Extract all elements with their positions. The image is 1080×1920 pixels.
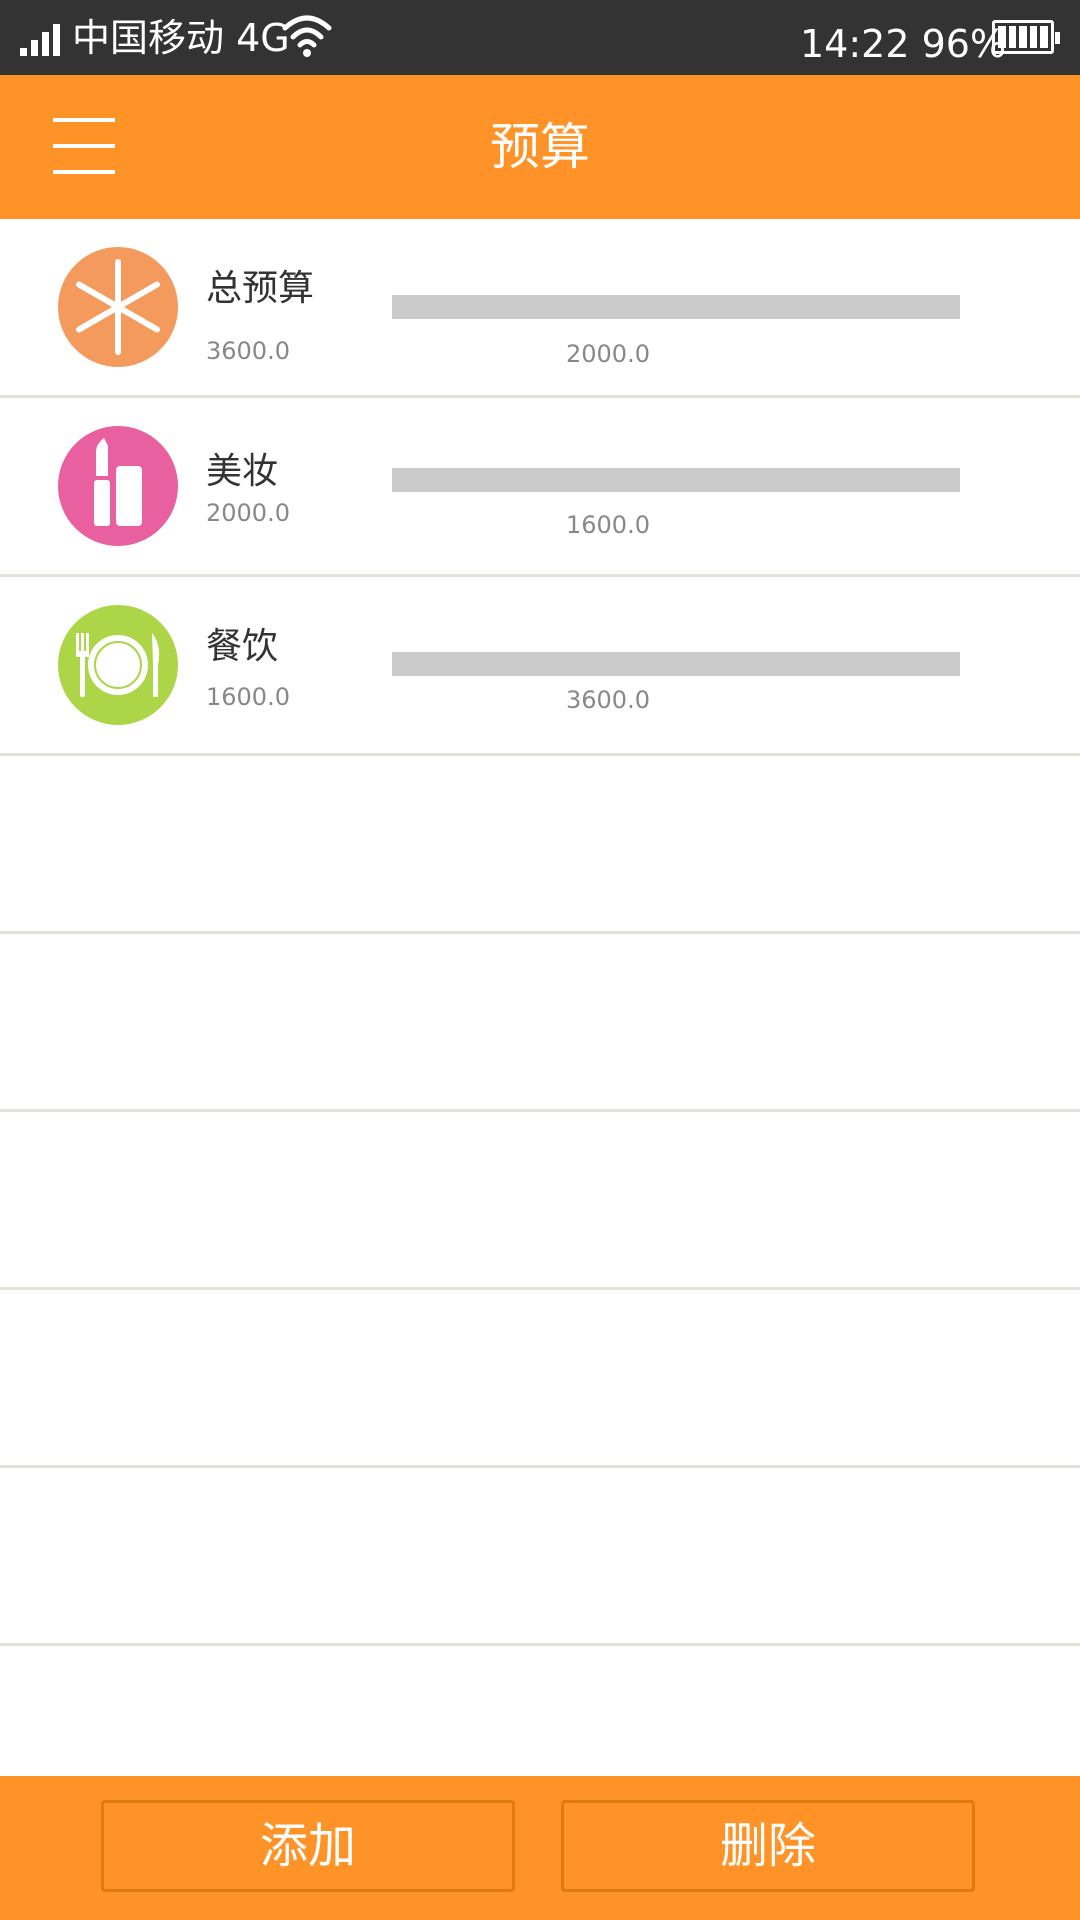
lipstick-icon bbox=[58, 426, 178, 546]
delete-button[interactable]: 删除 bbox=[561, 1800, 975, 1892]
time-battery-label: 14:22 96% bbox=[800, 22, 1007, 66]
budget-progress-bar bbox=[392, 295, 960, 319]
hamburger-menu-icon[interactable] bbox=[53, 118, 115, 178]
category-amount: 2000.0 bbox=[206, 499, 290, 527]
category-name: 美妆 bbox=[206, 451, 279, 492]
empty-row bbox=[0, 934, 1080, 1112]
budget-list: 总预算 3600.0 2000.0 美妆 2000.0 1600.0 餐饮 16… bbox=[0, 219, 1080, 1646]
empty-row bbox=[0, 1112, 1080, 1290]
list-item[interactable]: 总预算 3600.0 2000.0 bbox=[0, 219, 1080, 398]
empty-row bbox=[0, 1290, 1080, 1468]
category-name: 总预算 bbox=[206, 268, 315, 309]
plate-cutlery-icon bbox=[58, 605, 178, 725]
progress-value: 1600.0 bbox=[566, 511, 650, 539]
wifi-icon bbox=[282, 15, 332, 57]
app-header: 预算 bbox=[0, 75, 1080, 219]
budget-progress-bar bbox=[392, 468, 960, 492]
progress-value: 3600.0 bbox=[566, 686, 650, 714]
add-button[interactable]: 添加 bbox=[101, 1800, 515, 1892]
carrier-label: 中国移动 4G bbox=[72, 16, 290, 60]
page-title: 预算 bbox=[490, 118, 590, 176]
status-bar: 中国移动 4G 14:22 96% bbox=[0, 0, 1080, 75]
empty-row bbox=[0, 1468, 1080, 1646]
bottom-action-bar: 添加 删除 bbox=[0, 1776, 1080, 1920]
list-item[interactable]: 美妆 2000.0 1600.0 bbox=[0, 398, 1080, 577]
category-amount: 1600.0 bbox=[206, 683, 290, 711]
empty-row bbox=[0, 756, 1080, 934]
category-name: 餐饮 bbox=[206, 626, 279, 667]
category-amount: 3600.0 bbox=[206, 337, 290, 365]
asterisk-icon bbox=[58, 247, 178, 367]
signal-icon bbox=[20, 24, 60, 56]
budget-progress-bar bbox=[392, 652, 960, 676]
list-item[interactable]: 餐饮 1600.0 3600.0 bbox=[0, 577, 1080, 756]
progress-value: 2000.0 bbox=[566, 340, 650, 368]
battery-icon bbox=[992, 20, 1060, 54]
